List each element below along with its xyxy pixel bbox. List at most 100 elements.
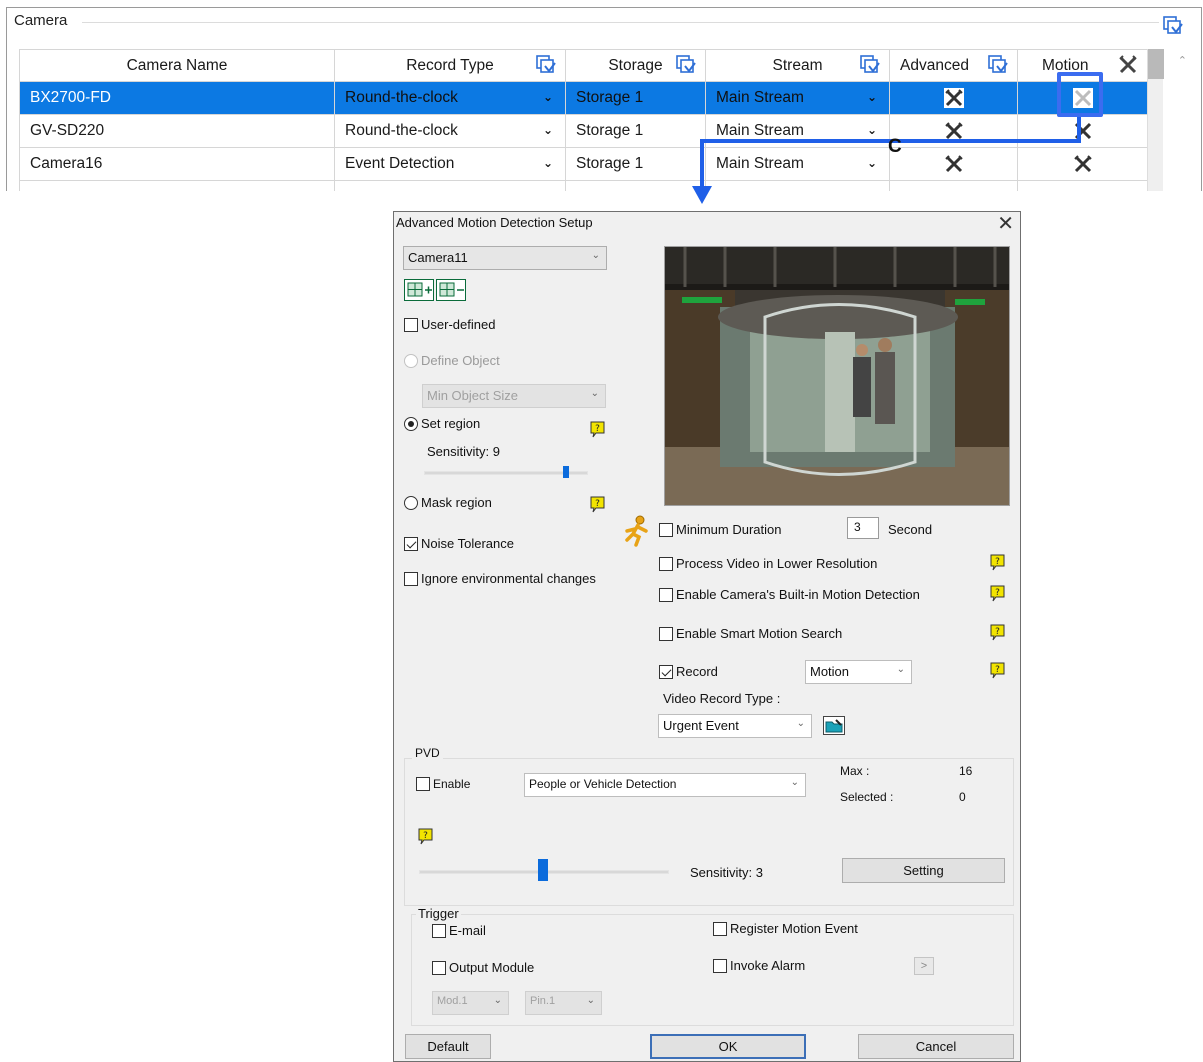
sensitivity-slider-thumb[interactable] (563, 466, 569, 478)
record-mode-select[interactable]: Motion ⌄ (805, 660, 912, 684)
checkbox-box[interactable] (659, 587, 673, 602)
minimum-duration-checkbox[interactable]: Minimum Duration (659, 522, 781, 537)
camera-table: Camera Name Record Type Storage Stream A… (19, 49, 1148, 191)
tool-icon[interactable] (943, 121, 964, 141)
camera-name-cell[interactable]: BX2700-FD (19, 81, 335, 115)
svg-text:?: ? (595, 424, 600, 434)
apply-all-icon[interactable] (859, 54, 881, 76)
register-motion-event-checkbox[interactable]: Register Motion Event (713, 921, 858, 936)
cancel-button[interactable]: Cancel (858, 1034, 1014, 1059)
radio-button[interactable] (404, 416, 418, 431)
checkbox-box[interactable] (659, 626, 673, 641)
chevron-down-icon: ⌄ (586, 995, 595, 1006)
checkbox-box[interactable] (659, 522, 673, 537)
video-record-type-select[interactable]: Urgent Event ⌄ (658, 714, 812, 738)
record-type-select[interactable]: Event Detection ⌄ (334, 147, 566, 181)
storage-cell[interactable]: Storage 1 (565, 114, 706, 148)
scrollbar[interactable] (1147, 49, 1164, 191)
mask-region-radio[interactable]: Mask region (404, 495, 492, 510)
checkbox-box[interactable] (713, 958, 727, 973)
apply-all-icon[interactable] (1162, 15, 1184, 37)
running-man-icon (625, 515, 648, 547)
dialog-title: Advanced Motion Detection Setup (396, 215, 593, 230)
tool-icon[interactable] (1072, 121, 1093, 141)
camera-select[interactable]: Camera11 ⌄ (403, 246, 607, 270)
chevron-down-icon: ⌄ (590, 388, 599, 399)
table-row[interactable]: Camera16 Event Detection ⌄ Storage 1 Main… (19, 147, 1148, 181)
smart-motion-checkbox[interactable]: Enable Smart Motion Search (659, 626, 842, 641)
checkbox-box[interactable] (404, 571, 418, 586)
ok-button[interactable]: OK (650, 1034, 806, 1059)
checkbox-box[interactable] (404, 317, 418, 332)
help-icon[interactable]: ? (418, 828, 433, 845)
radio-button[interactable] (404, 353, 418, 368)
svg-text:?: ? (995, 588, 1000, 598)
pvd-setting-button[interactable]: Setting (842, 858, 1005, 883)
checkbox-box[interactable] (404, 536, 418, 551)
ignore-environmental-checkbox[interactable]: Ignore environmental changes (404, 571, 596, 586)
help-icon[interactable]: ? (590, 421, 605, 438)
output-module-checkbox[interactable]: Output Module (432, 960, 534, 975)
pin-select[interactable]: Pin.1 ⌄ (525, 991, 602, 1015)
radio-button[interactable] (404, 495, 418, 510)
set-region-radio[interactable]: Set region (404, 416, 480, 431)
record-type-select[interactable]: Round-the-clock ⌄ (334, 81, 566, 115)
pvd-sensitivity-slider-thumb[interactable] (538, 859, 548, 881)
apply-all-icon[interactable] (675, 54, 697, 76)
storage-cell[interactable]: Storage 1 (565, 147, 706, 181)
builtin-motion-checkbox[interactable]: Enable Camera's Built-in Motion Detectio… (659, 587, 920, 602)
help-icon[interactable]: ? (990, 585, 1005, 602)
camera-name-cell[interactable]: Camera16 (19, 147, 335, 181)
minimum-duration-input[interactable]: 3 (847, 517, 879, 539)
video-record-type-label: Video Record Type : (663, 691, 781, 706)
help-icon[interactable]: ? (990, 554, 1005, 571)
process-lower-resolution-checkbox[interactable]: Process Video in Lower Resolution (659, 556, 877, 571)
svg-text:?: ? (423, 831, 428, 841)
define-object-radio[interactable]: Define Object (404, 353, 500, 368)
scrollbar-thumb[interactable] (1148, 49, 1164, 79)
checkbox-box[interactable] (432, 960, 446, 975)
folder-settings-icon[interactable] (823, 716, 845, 735)
remove-region-icon[interactable] (436, 279, 466, 301)
invoke-alarm-more-button[interactable]: > (914, 957, 934, 975)
checkbox-box[interactable] (416, 777, 430, 791)
table-row[interactable] (19, 180, 1148, 191)
add-region-icon[interactable] (404, 279, 434, 301)
apply-all-icon[interactable] (987, 54, 1009, 76)
module-select[interactable]: Mod.1 ⌄ (432, 991, 509, 1015)
motion-cell[interactable] (1017, 147, 1148, 181)
pvd-enable-checkbox[interactable]: Enable (416, 777, 470, 791)
advanced-cell[interactable] (889, 147, 1018, 181)
help-icon[interactable]: ? (590, 496, 605, 513)
tool-icon[interactable] (1117, 54, 1139, 76)
help-icon[interactable]: ? (990, 624, 1005, 641)
scroll-up-icon[interactable]: ⌃ (1178, 54, 1187, 67)
checkbox-box[interactable] (432, 923, 446, 938)
noise-tolerance-checkbox[interactable]: Noise Tolerance (404, 536, 514, 551)
tool-icon[interactable] (943, 88, 964, 108)
record-type-select[interactable]: Round-the-clock ⌄ (334, 114, 566, 148)
tool-icon[interactable] (943, 154, 964, 174)
invoke-alarm-checkbox[interactable]: Invoke Alarm (713, 958, 805, 973)
checkbox-box[interactable] (659, 556, 673, 571)
user-defined-checkbox[interactable]: User-defined (404, 317, 495, 332)
tool-icon[interactable] (1072, 154, 1093, 174)
stream-select[interactable]: Main Stream ⌄ (705, 81, 890, 115)
help-icon[interactable]: ? (990, 662, 1005, 679)
camera-name-cell[interactable]: GV-SD220 (19, 114, 335, 148)
default-button[interactable]: Default (405, 1034, 491, 1059)
email-checkbox[interactable]: E-mail (432, 923, 486, 938)
checkbox-box[interactable] (659, 664, 673, 679)
storage-cell[interactable]: Storage 1 (565, 81, 706, 115)
svg-text:?: ? (995, 627, 1000, 637)
min-object-size-select[interactable]: Min Object Size ⌄ (422, 384, 606, 408)
pvd-mode-select[interactable]: People or Vehicle Detection ⌄ (524, 773, 806, 797)
checkbox-box[interactable] (713, 921, 727, 936)
close-icon[interactable]: ✕ (997, 211, 1014, 236)
stream-select[interactable]: Main Stream ⌄ (705, 147, 890, 181)
record-checkbox[interactable]: Record (659, 664, 718, 679)
divider (82, 22, 1159, 23)
table-row[interactable]: BX2700-FD Round-the-clock ⌄ Storage 1 Mai… (19, 81, 1148, 115)
advanced-cell[interactable] (889, 81, 1018, 115)
apply-all-icon[interactable] (535, 54, 557, 76)
